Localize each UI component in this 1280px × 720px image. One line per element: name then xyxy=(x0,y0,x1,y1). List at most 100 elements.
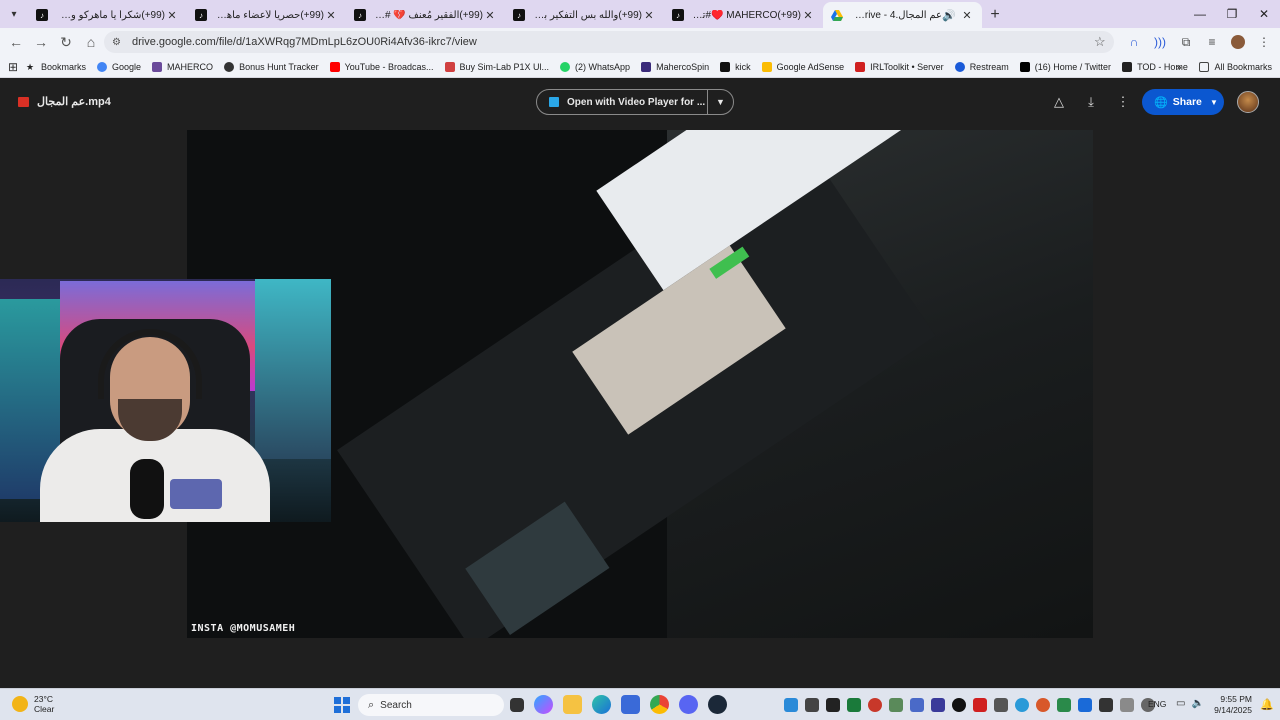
bookmark-item[interactable]: Google xyxy=(97,61,141,72)
notification-bell-icon[interactable]: 🔔 xyxy=(1260,698,1274,711)
tray-icon[interactable] xyxy=(847,698,861,712)
tiktok-icon: ♪ xyxy=(36,9,48,21)
open-with-button[interactable]: Open with Video Player for ... ▼ xyxy=(536,89,734,115)
chevron-down-icon[interactable]: ▼ xyxy=(707,90,733,114)
speaker-icon[interactable]: 🔊 xyxy=(942,9,956,22)
site-info-icon[interactable]: ⚙ xyxy=(112,37,126,48)
globe-icon: 🌐 xyxy=(1154,96,1168,109)
tray-icon[interactable] xyxy=(826,698,840,712)
video-player-app-icon xyxy=(549,97,559,107)
clock[interactable]: 9:55 PM 9/14/2025 xyxy=(1212,694,1252,716)
restore-button[interactable]: ❐ xyxy=(1216,0,1248,28)
tray-icon[interactable] xyxy=(994,698,1008,712)
chevron-down-icon[interactable]: ▼ xyxy=(1204,98,1224,107)
account-avatar[interactable] xyxy=(1237,91,1259,113)
simlab-icon xyxy=(444,61,455,72)
bookmark-item[interactable]: ★ Bookmarks xyxy=(26,62,86,72)
all-bookmarks-folder[interactable]: All Bookmarks xyxy=(1199,61,1272,72)
steam-icon[interactable] xyxy=(708,695,727,714)
tray-icon[interactable] xyxy=(1099,698,1113,712)
tray-icon[interactable] xyxy=(973,698,987,712)
tray-icon[interactable] xyxy=(931,698,945,712)
weather-desc: Clear xyxy=(34,704,55,714)
download-icon[interactable]: ⤓ xyxy=(1082,93,1100,111)
bookmark-item[interactable]: Restream xyxy=(954,61,1009,72)
extensions-puzzle-icon[interactable]: ⧉ xyxy=(1176,32,1196,52)
tab-close-icon[interactable]: ✕ xyxy=(960,9,974,22)
new-tab-button[interactable]: + xyxy=(982,2,1008,28)
more-bookmarks-chevron-icon[interactable]: » xyxy=(1176,62,1181,72)
language-indicator[interactable]: ENG xyxy=(1148,699,1166,709)
browser-tab[interactable]: ♪ (99+)والله بس التفكير بالموضوع✕ xyxy=(505,2,664,28)
tray-icon[interactable] xyxy=(1057,698,1071,712)
profile-avatar[interactable] xyxy=(1228,32,1248,52)
tray-icon[interactable] xyxy=(805,698,819,712)
url-text: drive.google.com/file/d/1aXWRqg7MDmLpL6z… xyxy=(132,36,477,48)
tab-close-icon[interactable]: ✕ xyxy=(642,9,656,22)
video-watermark: INSTA @MOMUSAMEH xyxy=(191,623,296,634)
apps-grid-icon[interactable]: ⊞ xyxy=(0,60,26,74)
bookmark-item[interactable]: kick xyxy=(720,61,751,72)
weather-widget[interactable]: 23°C Clear xyxy=(12,694,54,714)
drive-viewer-header: عم المجال.mp4 Open with Video Player for… xyxy=(0,79,1280,125)
reload-button[interactable]: ↻ xyxy=(54,30,78,54)
bookmark-item[interactable]: MahercoSpin xyxy=(641,61,709,72)
extension-icon[interactable]: ))) xyxy=(1150,32,1170,52)
browser-tab[interactable]: ♪ (99+)MAHERCO ♥️#تريند# ماهركو✕ xyxy=(664,2,823,28)
extension-icon[interactable]: ∩ xyxy=(1124,32,1144,52)
forward-button[interactable]: → xyxy=(29,30,53,54)
tab-search-button[interactable]: ▾ xyxy=(0,0,28,28)
start-button[interactable] xyxy=(334,697,350,713)
tab-close-icon[interactable]: ✕ xyxy=(483,9,497,22)
bookmark-item[interactable]: YouTube - Broadcas... xyxy=(329,61,434,72)
tray-icon[interactable] xyxy=(910,698,924,712)
tray-icon[interactable] xyxy=(889,698,903,712)
browser-tab[interactable]: ♪ (99+)الفقير مُعنف 💔 #ماهركو #✕ xyxy=(346,2,505,28)
task-view-icon[interactable] xyxy=(510,698,524,712)
edge-icon[interactable] xyxy=(592,695,611,714)
bookmark-item[interactable]: Google AdSense xyxy=(761,61,844,72)
tab-close-icon[interactable]: ✕ xyxy=(801,9,815,22)
minimize-button[interactable]: — xyxy=(1184,0,1216,28)
store-icon[interactable] xyxy=(621,695,640,714)
file-explorer-icon[interactable] xyxy=(563,695,582,714)
bookmark-item[interactable]: Buy Sim-Lab P1X Ul... xyxy=(444,61,549,72)
network-icon[interactable]: ▭ xyxy=(1176,698,1185,709)
add-shortcut-icon[interactable]: △ xyxy=(1050,93,1068,111)
chrome-icon[interactable] xyxy=(650,695,669,714)
tray-icon[interactable] xyxy=(784,698,798,712)
close-window-button[interactable]: ✕ xyxy=(1248,0,1280,28)
windows-taskbar: 23°C Clear ⌕ Search ENG ▭ 🔈 9:55 PM 9/14… xyxy=(0,688,1280,720)
tab-close-icon[interactable]: ✕ xyxy=(324,9,338,22)
browser-tab[interactable]: ♪ (99+)حصريا لأعضاء ماهركو! لا خ✕ xyxy=(187,2,346,28)
bookmark-star-icon[interactable]: ☆ xyxy=(1094,34,1114,50)
bookmark-item[interactable]: (2) WhatsApp xyxy=(560,61,630,72)
more-options-icon[interactable]: ⋮ xyxy=(1114,93,1132,111)
tab-strip: ▾ ♪(99+)شكراً يا ماهركو وسكوادك ال✕ ♪(99… xyxy=(0,0,1280,28)
tray-icon[interactable] xyxy=(1036,698,1050,712)
share-button[interactable]: 🌐 Share ▼ xyxy=(1142,89,1224,115)
taskbar-search[interactable]: ⌕ Search xyxy=(358,694,504,716)
browser-tab-active[interactable]: عم المجال.4 - Google Drive 🔊 ✕ xyxy=(823,2,982,28)
browser-menu-icon[interactable]: ⋮ xyxy=(1254,32,1274,52)
tray-icon[interactable] xyxy=(1120,698,1134,712)
home-button[interactable]: ⌂ xyxy=(79,30,103,54)
copilot-icon[interactable] xyxy=(534,695,553,714)
discord-icon[interactable] xyxy=(679,695,698,714)
tray-icon[interactable] xyxy=(868,698,882,712)
back-button[interactable]: ← xyxy=(4,30,28,54)
volume-icon[interactable]: 🔈 xyxy=(1191,698,1203,709)
tray-icon[interactable] xyxy=(1015,698,1029,712)
browser-toolbar: ← → ↻ ⌂ ⚙ drive.google.com/file/d/1aXWRq… xyxy=(0,28,1280,56)
media-controls-icon[interactable]: ≡ xyxy=(1202,32,1222,52)
youtube-icon xyxy=(329,61,340,72)
bookmark-item[interactable]: IRLToolkit • Server xyxy=(855,61,944,72)
bluetooth-icon[interactable] xyxy=(1078,698,1092,712)
bookmark-item[interactable]: MAHERCO xyxy=(152,61,213,72)
bookmark-item[interactable]: (16) Home / Twitter xyxy=(1019,61,1111,72)
bookmark-item[interactable]: Bonus Hunt Tracker xyxy=(224,61,319,72)
tray-icon[interactable] xyxy=(952,698,966,712)
tab-close-icon[interactable]: ✕ xyxy=(165,9,179,22)
address-bar[interactable]: ⚙ drive.google.com/file/d/1aXWRqg7MDmLpL… xyxy=(104,31,1114,53)
browser-tab[interactable]: ♪ (99+)شكراً يا ماهركو وسكوادك ال✕ xyxy=(28,2,187,28)
